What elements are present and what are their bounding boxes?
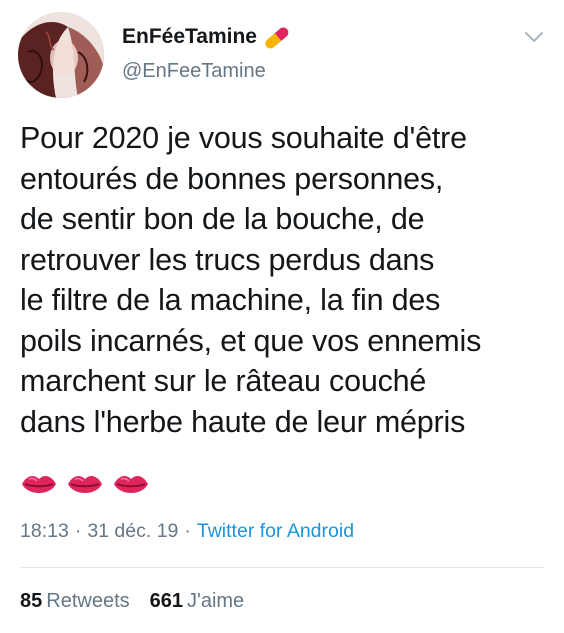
tweet-source-link[interactable]: Twitter for Android (197, 520, 354, 543)
tweet-stats: 85 Retweets 661 J'aime (20, 590, 264, 613)
display-name[interactable]: EnFéeTamine (122, 25, 257, 49)
separator: · (184, 520, 191, 542)
likes-stat[interactable]: 661 J'aime (150, 590, 245, 613)
lips-icon (66, 470, 104, 500)
tweet-card: EnFéeTamine @EnFeeTamine Pour 2020 je vo… (0, 0, 564, 633)
separator: · (74, 520, 82, 542)
avatar[interactable] (18, 12, 104, 98)
tweet-date[interactable]: 31 déc. 19 (87, 520, 178, 543)
lips-icon (20, 470, 58, 500)
lips-icon (112, 470, 150, 500)
likes-label: J'aime (187, 590, 245, 612)
retweets-count: 85 (20, 590, 43, 612)
handle[interactable]: @EnFeeTamine (122, 60, 291, 83)
retweets-stat[interactable]: 85 Retweets (20, 590, 130, 613)
chevron-down-icon[interactable] (524, 30, 544, 44)
retweets-label: Retweets (46, 590, 130, 612)
likes-count: 661 (149, 590, 183, 612)
avatar-image (18, 12, 104, 98)
tweet-time[interactable]: 18:13 (20, 520, 69, 543)
divider (20, 567, 544, 568)
emoji-row (20, 470, 150, 500)
pill-icon (265, 24, 291, 50)
tweet-meta: 18:13 · 31 déc. 19 · Twitter for Android (20, 520, 354, 543)
name-row: EnFéeTamine (122, 22, 291, 52)
tweet-text: Pour 2020 je vous souhaite d'être entour… (20, 121, 482, 439)
tweet-header: EnFéeTamine @EnFeeTamine (122, 22, 291, 83)
